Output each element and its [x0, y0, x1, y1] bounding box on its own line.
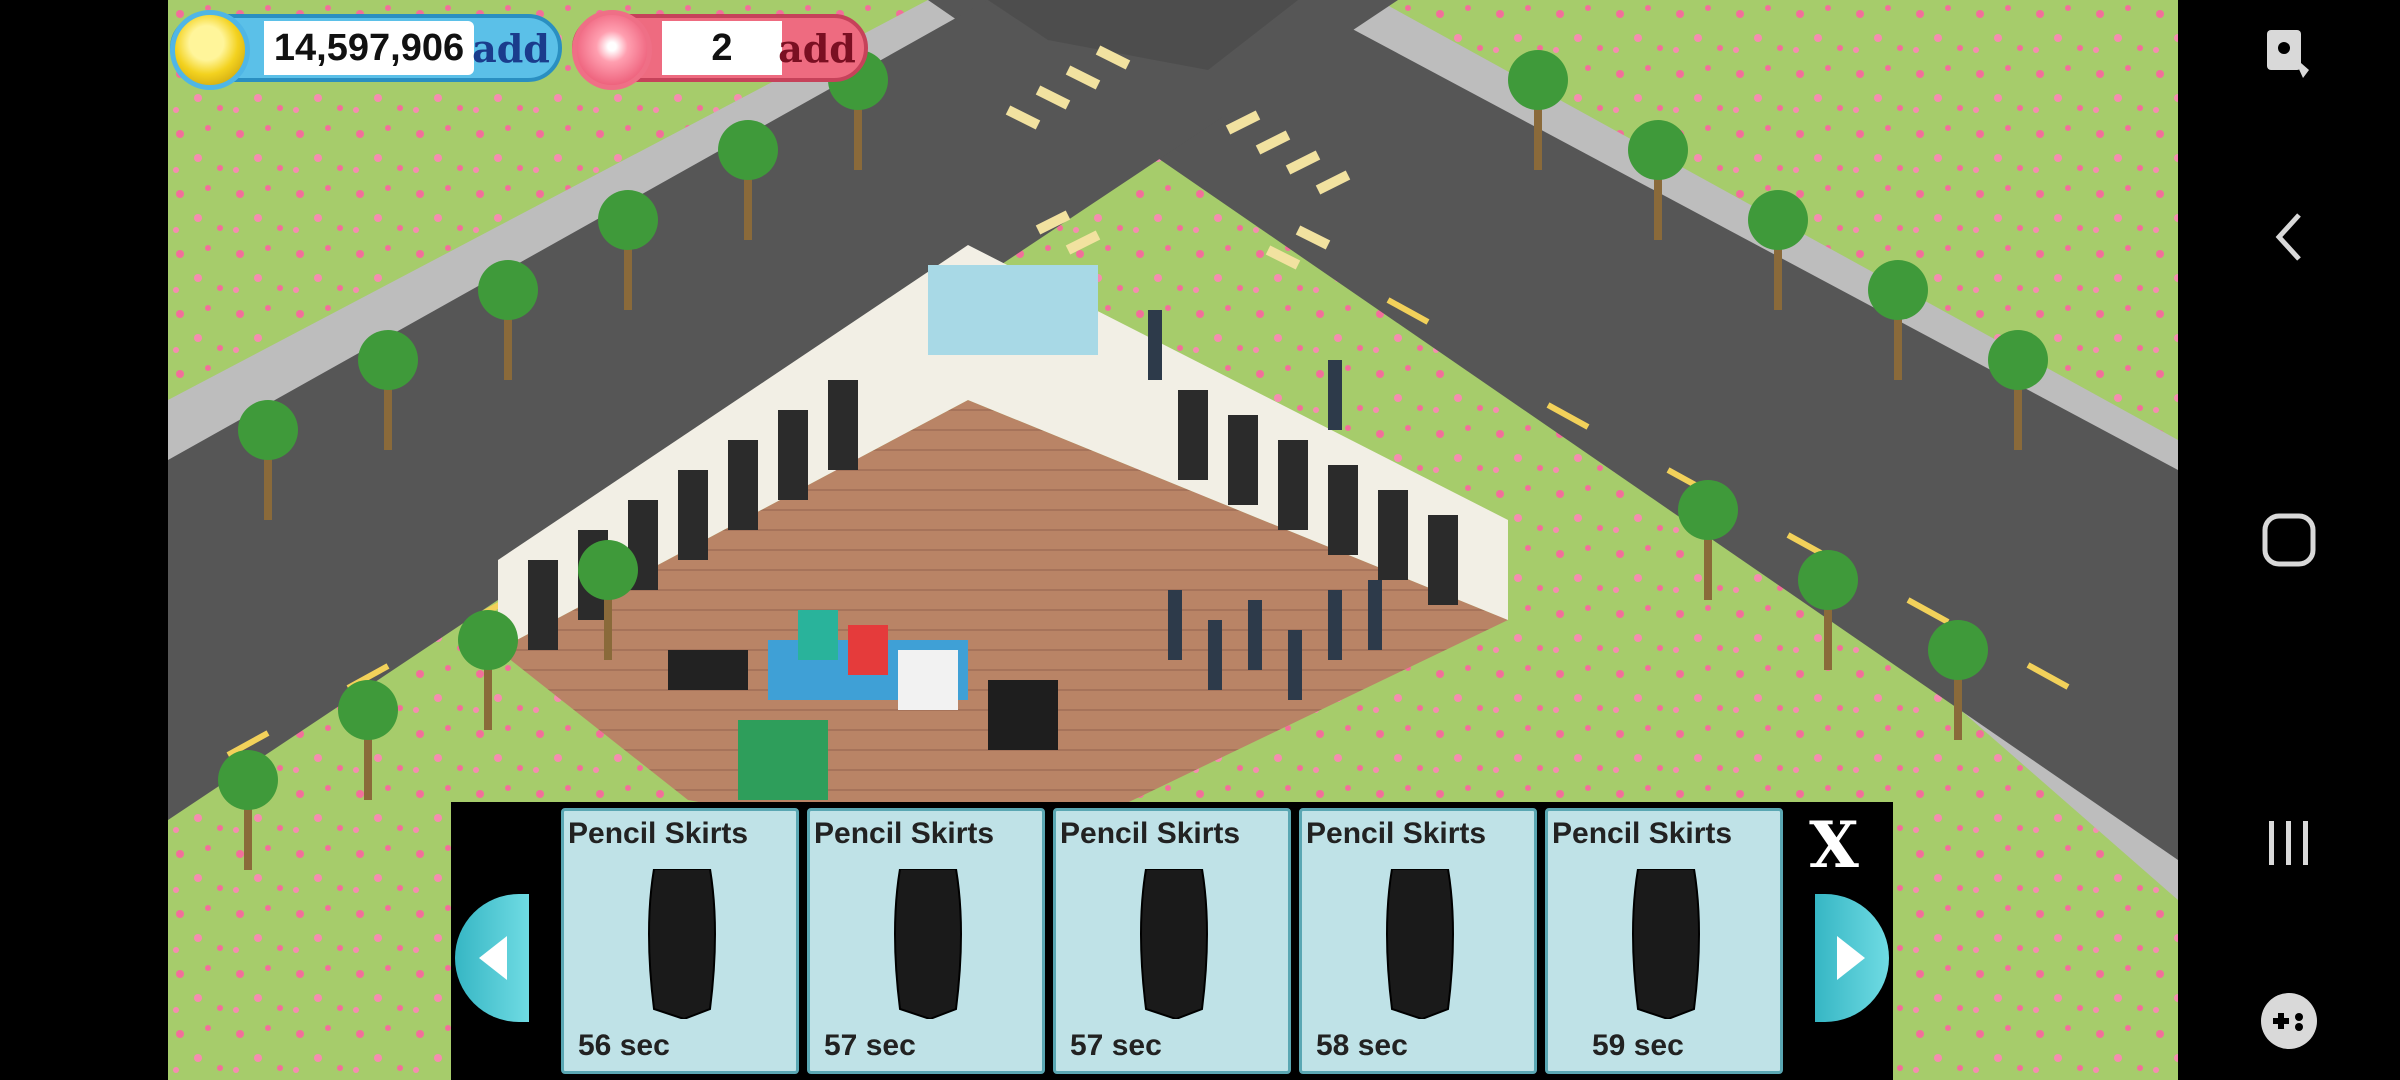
- pencil-skirt-icon: [1386, 869, 1454, 1019]
- production-time: 57 sec: [1070, 1029, 1162, 1062]
- pencil-skirt-icon: [648, 869, 716, 1019]
- close-button[interactable]: X: [1797, 812, 1871, 880]
- recents-button[interactable]: [2178, 788, 2400, 898]
- right-arrow-icon: [1837, 936, 1865, 980]
- product-name: Pencil Skirts: [1552, 817, 1733, 850]
- production-panel: Pencil Skirts 56 sec Pencil Skirts 57 se…: [451, 802, 1893, 1080]
- coin-icon: [170, 10, 250, 90]
- add-gems-button[interactable]: add: [774, 21, 860, 75]
- product-name: Pencil Skirts: [814, 817, 995, 850]
- screen-pin-icon: [2267, 30, 2309, 78]
- left-arrow-icon: [479, 936, 507, 980]
- system-navigation-bar: [2178, 0, 2400, 1080]
- production-time: 59 sec: [1592, 1029, 1684, 1062]
- add-coins-button[interactable]: add: [468, 21, 554, 75]
- game-tools-button[interactable]: [2178, 966, 2400, 1076]
- product-card[interactable]: Pencil Skirts 58 sec: [1299, 808, 1537, 1074]
- pencil-skirt-icon: [1140, 869, 1208, 1019]
- product-name: Pencil Skirts: [1306, 817, 1487, 850]
- recents-icon: [2269, 821, 2308, 865]
- gem-amount: 2: [662, 21, 782, 75]
- gem-counter: 2 add: [572, 10, 868, 90]
- product-card[interactable]: Pencil Skirts 57 sec: [807, 808, 1045, 1074]
- previous-page-button[interactable]: [455, 894, 529, 1022]
- coin-amount: 14,597,906: [264, 21, 474, 75]
- product-name: Pencil Skirts: [568, 817, 749, 850]
- next-page-button[interactable]: [1815, 894, 1889, 1022]
- left-black-bar: [0, 0, 168, 1080]
- store-sign: [738, 720, 828, 800]
- product-card[interactable]: Pencil Skirts 57 sec: [1053, 808, 1291, 1074]
- production-time: 57 sec: [824, 1029, 916, 1062]
- pencil-skirt-icon: [894, 869, 962, 1019]
- pencil-skirt-icon: [1632, 869, 1700, 1019]
- close-icon: X: [1809, 808, 1859, 883]
- screen-pin-button[interactable]: [2178, 0, 2400, 110]
- production-time: 56 sec: [578, 1029, 670, 1062]
- storefront-window: [928, 265, 1098, 355]
- back-button[interactable]: [2178, 182, 2400, 292]
- home-button[interactable]: [2178, 485, 2400, 595]
- coin-counter: 14,597,906 add: [170, 10, 562, 90]
- gem-icon: [572, 10, 652, 90]
- game-tools-icon: [2261, 993, 2317, 1049]
- product-card[interactable]: Pencil Skirts 56 sec: [561, 808, 799, 1074]
- production-time: 58 sec: [1316, 1029, 1408, 1062]
- home-icon: [2262, 513, 2316, 567]
- product-name: Pencil Skirts: [1060, 817, 1241, 850]
- back-icon: [2275, 213, 2301, 261]
- product-card[interactable]: Pencil Skirts 59 sec: [1545, 808, 1783, 1074]
